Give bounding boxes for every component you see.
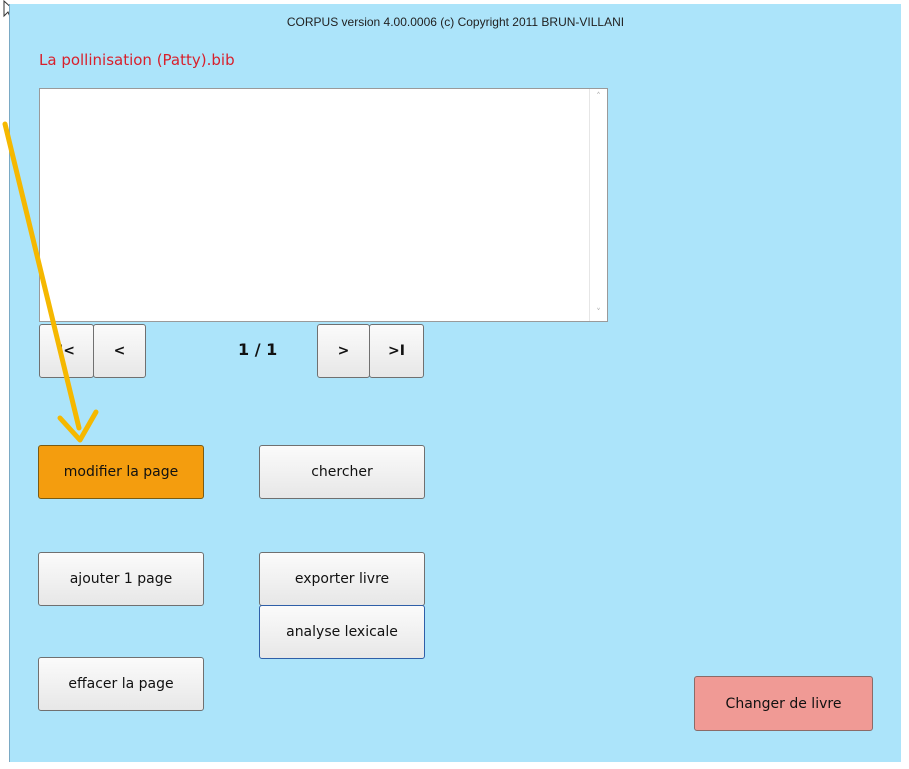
document-filename: La pollinisation (Patty).bib bbox=[39, 51, 235, 69]
first-page-button[interactable]: I< bbox=[39, 324, 94, 378]
page-counter: 1 / 1 bbox=[238, 340, 278, 359]
add-page-button[interactable]: ajouter 1 page bbox=[38, 552, 204, 606]
page-text-area[interactable]: ˄ ˅ bbox=[39, 88, 608, 322]
app-window: CORPUS version 4.00.0006 (c) Copyright 2… bbox=[9, 4, 901, 762]
scroll-down-icon[interactable]: ˅ bbox=[590, 305, 607, 321]
lexical-analysis-button[interactable]: analyse lexicale bbox=[259, 605, 425, 659]
vertical-scrollbar[interactable]: ˄ ˅ bbox=[589, 89, 607, 321]
next-page-button[interactable]: > bbox=[317, 324, 370, 378]
modify-page-button[interactable]: modifier la page bbox=[38, 445, 204, 499]
delete-page-button[interactable]: effacer la page bbox=[38, 657, 204, 711]
last-page-button[interactable]: >I bbox=[369, 324, 424, 378]
title-bar: CORPUS version 4.00.0006 (c) Copyright 2… bbox=[10, 4, 901, 38]
change-book-button[interactable]: Changer de livre bbox=[694, 676, 873, 731]
search-button[interactable]: chercher bbox=[259, 445, 425, 499]
previous-page-button[interactable]: < bbox=[93, 324, 146, 378]
export-book-button[interactable]: exporter livre bbox=[259, 552, 425, 606]
window-title: CORPUS version 4.00.0006 (c) Copyright 2… bbox=[286, 15, 625, 29]
scroll-up-icon[interactable]: ˄ bbox=[590, 89, 607, 105]
